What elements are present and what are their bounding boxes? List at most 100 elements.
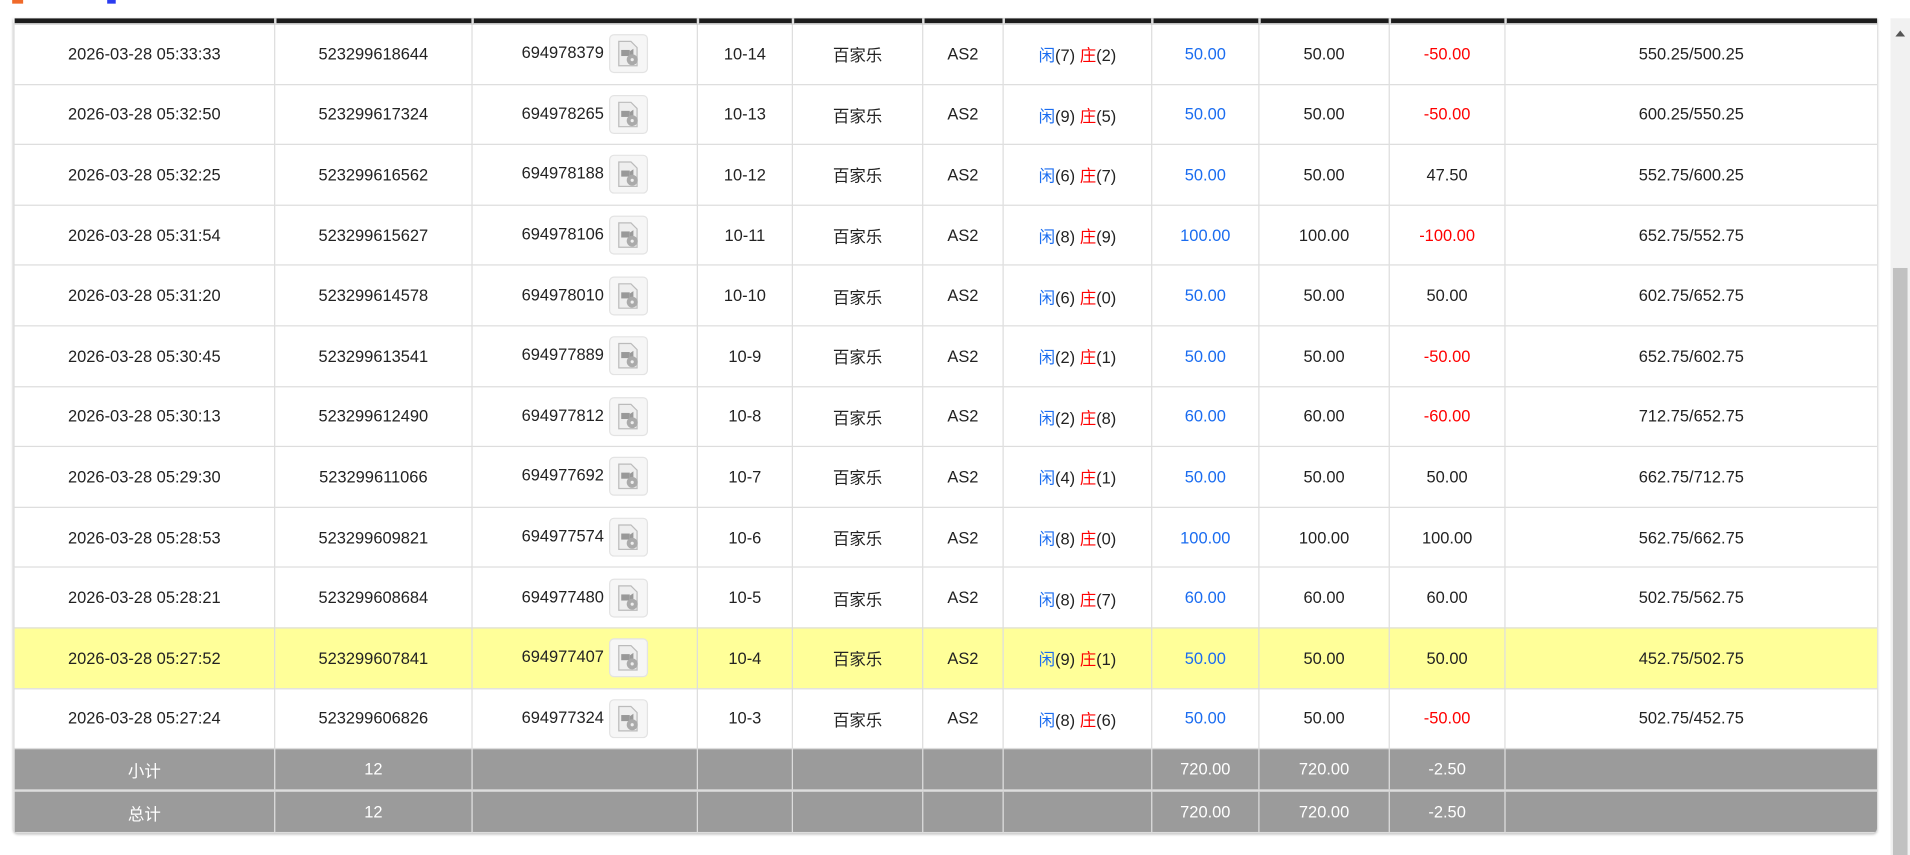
- player-label: 闲: [1038, 529, 1056, 549]
- table-cell-text: AS2: [947, 226, 979, 245]
- bet-amount-cell: 60.00: [1151, 385, 1260, 448]
- game-cell-text: 百家乐: [832, 348, 883, 367]
- video-replay-icon[interactable]: [608, 336, 648, 376]
- result-cell: 闲(6) 庄(0): [1002, 264, 1153, 327]
- result-cell: 闲(8) 庄(0): [1002, 506, 1153, 569]
- round-number-text: 694977407: [521, 647, 604, 667]
- summary-count: 12: [274, 748, 473, 792]
- bet-number-cell-text: 523299607841: [318, 648, 429, 668]
- empty-cell: [471, 789, 698, 834]
- player-label: 闲: [1038, 107, 1056, 126]
- video-replay-icon[interactable]: [608, 276, 648, 316]
- vertical-scrollbar[interactable]: [1890, 18, 1910, 855]
- empty-cell: [791, 789, 924, 834]
- game-cell-text: 百家乐: [832, 711, 883, 730]
- win-loss-cell-text: 50.00: [1426, 467, 1468, 486]
- bet-amount-cell-text: 100.00: [1180, 528, 1231, 547]
- table-cell: AS2: [922, 687, 1004, 750]
- video-replay-icon[interactable]: [608, 517, 648, 557]
- table-row[interactable]: 2026-03-28 05:33:33 523299618644 694978379…: [13, 23, 1878, 85]
- balance-cell-text: 550.25/500.25: [1638, 44, 1744, 64]
- round-number-text: 694977692: [521, 466, 604, 485]
- bet-number-cell: 523299614578: [274, 264, 473, 327]
- banker-label: 庄: [1079, 469, 1097, 488]
- table-row[interactable]: 2026-03-28 05:32:25 523299616562 694978188…: [13, 143, 1878, 206]
- result-cell: 闲(8) 庄(6): [1002, 687, 1153, 750]
- table-row[interactable]: 2026-03-28 05:27:52 523299607841 694977407…: [13, 627, 1878, 689]
- player-points: (8): [1055, 711, 1076, 730]
- total-row: 总计 12 720.00 720.00 -2.50: [13, 789, 1878, 834]
- table-row[interactable]: 2026-03-28 05:30:45 523299613541 694977889…: [13, 325, 1878, 387]
- game-cell-text: 百家乐: [832, 167, 883, 186]
- video-replay-icon[interactable]: [608, 698, 648, 738]
- balance-cell: 662.75/712.75: [1504, 446, 1878, 508]
- shoe-cell-text: 10-11: [724, 226, 766, 245]
- game-cell-text: 百家乐: [832, 529, 883, 549]
- balance-cell-text: 562.75/662.75: [1638, 528, 1744, 547]
- valid-bet-cell-text: 50.00: [1303, 346, 1345, 366]
- table-row[interactable]: 2026-03-28 05:31:20 523299614578 694978010…: [13, 264, 1878, 327]
- table-row[interactable]: 2026-03-28 05:28:53 523299609821 694977574…: [13, 506, 1878, 569]
- toolbar-icon-orange[interactable]: [12, 0, 24, 4]
- round-number-cell: 694977574: [471, 506, 698, 569]
- banker-points: (7): [1096, 167, 1117, 186]
- shoe-cell-text: 10-8: [728, 407, 762, 426]
- table-row[interactable]: 2026-03-28 05:32:50 523299617324 694978265…: [13, 83, 1878, 146]
- balance-cell-text: 452.75/502.75: [1638, 648, 1744, 668]
- banker-label: 庄: [1079, 711, 1097, 730]
- video-replay-icon[interactable]: [608, 215, 648, 255]
- banker-label: 庄: [1079, 167, 1097, 186]
- time-cell-text: 2026-03-28 05:28:21: [67, 588, 221, 607]
- time-cell-text: 2026-03-28 05:28:53: [67, 528, 221, 547]
- scrollbar-thumb[interactable]: [1892, 267, 1908, 855]
- video-replay-icon[interactable]: [608, 638, 648, 678]
- bet-amount-cell-text: 50.00: [1184, 648, 1226, 668]
- game-cell-text: 百家乐: [832, 469, 883, 488]
- table-row[interactable]: 2026-03-28 05:27:24 523299606826 694977324…: [13, 687, 1878, 750]
- table-cell: AS2: [922, 264, 1004, 327]
- banker-points: (7): [1096, 590, 1117, 609]
- scroll-up-arrow-icon[interactable]: [1895, 30, 1906, 37]
- video-replay-icon[interactable]: [608, 94, 648, 134]
- game-cell-text: 百家乐: [832, 107, 883, 126]
- empty-cell: [1504, 789, 1878, 834]
- bet-number-cell: 523299617324: [274, 83, 473, 146]
- table-row[interactable]: 2026-03-28 05:30:13 523299612490 694977812…: [13, 385, 1878, 448]
- table-cell-text: AS2: [947, 528, 979, 547]
- bet-number-cell: 523299612490: [274, 385, 473, 448]
- video-replay-icon[interactable]: [608, 34, 648, 74]
- toolbar-icon-blue[interactable]: [107, 0, 116, 4]
- video-replay-icon[interactable]: [608, 396, 648, 436]
- empty-cell: [696, 748, 793, 792]
- banker-label: 庄: [1079, 650, 1097, 670]
- banker-points: (2): [1096, 46, 1117, 65]
- valid-bet-cell-text: 50.00: [1303, 105, 1345, 124]
- time-cell: 2026-03-28 05:28:53: [13, 506, 276, 569]
- win-loss-cell-text: -100.00: [1419, 226, 1475, 245]
- video-replay-icon[interactable]: [608, 155, 648, 195]
- balance-cell: 600.25/550.25: [1504, 83, 1878, 146]
- video-replay-icon[interactable]: [608, 578, 648, 618]
- balance-cell-text: 662.75/712.75: [1638, 467, 1744, 486]
- table-row[interactable]: 2026-03-28 05:31:54 523299615627 694978106…: [13, 204, 1878, 266]
- balance-cell: 502.75/452.75: [1504, 687, 1878, 750]
- win-loss-cell-text: -50.00: [1423, 105, 1471, 124]
- game-cell-text: 百家乐: [832, 590, 883, 609]
- video-replay-icon[interactable]: [608, 457, 648, 497]
- result-cell: 闲(2) 庄(1): [1002, 325, 1153, 387]
- player-label: 闲: [1038, 409, 1056, 428]
- time-cell-text: 2026-03-28 05:31:20: [67, 286, 221, 305]
- valid-bet-cell-text: 50.00: [1303, 648, 1345, 668]
- bet-number-cell: 523299608684: [274, 566, 473, 629]
- empty-cell: [922, 789, 1004, 834]
- summary-valid-text: 720.00: [1298, 802, 1350, 822]
- table-row[interactable]: 2026-03-28 05:28:21 523299608684 694977480…: [13, 566, 1878, 629]
- player-points: (7): [1055, 46, 1076, 65]
- player-label: 闲: [1038, 650, 1056, 670]
- table-row[interactable]: 2026-03-28 05:29:30 523299611066 694977692…: [13, 446, 1878, 508]
- player-points: (2): [1055, 348, 1076, 367]
- player-label: 闲: [1038, 167, 1056, 186]
- shoe-cell: 10-14: [696, 23, 793, 85]
- bet-amount-cell: 50.00: [1151, 325, 1260, 387]
- valid-bet-cell-text: 50.00: [1303, 44, 1345, 64]
